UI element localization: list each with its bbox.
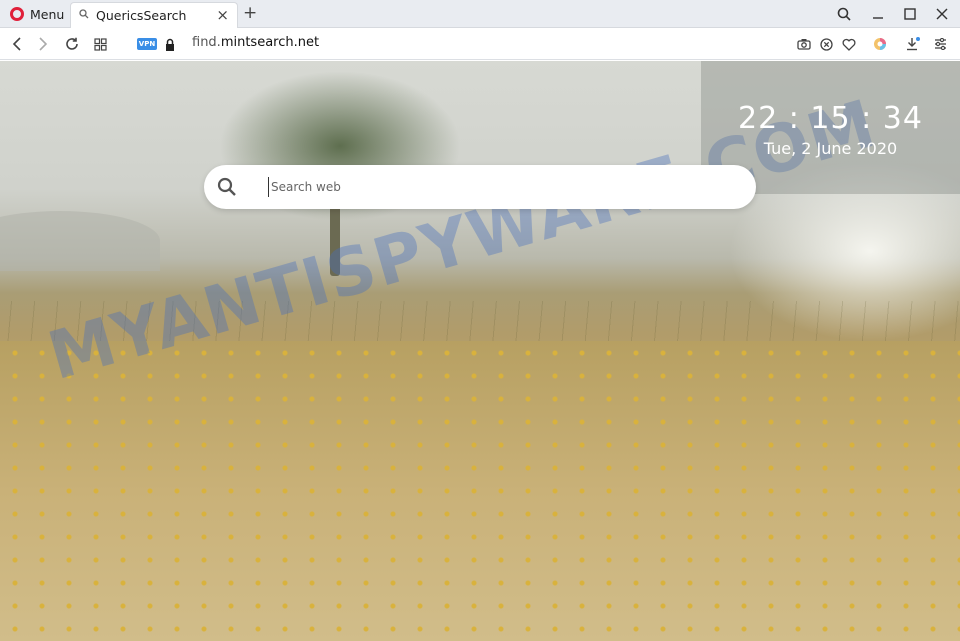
search-box[interactable] (204, 165, 756, 209)
easy-setup-button[interactable] (930, 34, 950, 54)
forward-button[interactable] (32, 32, 54, 56)
tab-title: QuericsSearch (96, 8, 187, 23)
close-circle-icon (819, 37, 833, 51)
lock-icon[interactable] (165, 37, 175, 51)
snapshot-button[interactable] (794, 34, 814, 54)
settings-icon (934, 38, 946, 50)
back-button[interactable] (6, 32, 28, 56)
reload-icon (66, 37, 78, 50)
minimize-icon (873, 17, 883, 19)
speed-dial-button[interactable] (89, 32, 111, 56)
download-icon (907, 37, 920, 51)
opera-logo-icon (10, 7, 24, 21)
maximize-icon (904, 8, 916, 20)
tab-active[interactable]: QuericsSearch × (70, 2, 238, 28)
background-hill (0, 211, 160, 271)
wallet-icon (874, 38, 886, 50)
grid-icon (93, 37, 107, 51)
downloads-button[interactable] (903, 34, 923, 54)
wallet-button[interactable] (870, 34, 890, 54)
search-icon[interactable] (216, 176, 238, 198)
tab-search-button[interactable] (830, 2, 858, 26)
vpn-badge[interactable]: VPN (137, 38, 157, 50)
url-field[interactable]: find.mintsearch.net (192, 35, 319, 50)
close-icon (936, 8, 948, 20)
tab-bar: Menu QuericsSearch × + (0, 0, 960, 28)
opera-menu-button[interactable]: Menu (4, 3, 70, 25)
search-tab-icon (79, 9, 89, 22)
maximize-button[interactable] (896, 2, 924, 26)
background-flower-field (0, 341, 960, 641)
search-icon (837, 7, 851, 21)
reload-button[interactable] (61, 32, 83, 56)
clock-date: Tue, 2 June 2020 (763, 139, 898, 158)
adblock-button[interactable] (816, 34, 836, 54)
minimize-button[interactable] (864, 2, 892, 26)
close-window-button[interactable] (928, 2, 956, 26)
clock-time: 22 : 15 : 34 (738, 101, 923, 136)
forward-arrow-icon (39, 37, 48, 51)
search-input[interactable] (268, 177, 728, 197)
back-arrow-icon (12, 37, 21, 51)
address-bar: VPN find.mintsearch.net (0, 28, 960, 60)
url-domain: mintsearch.net (220, 35, 320, 50)
tab-close-icon[interactable]: × (216, 8, 229, 23)
menu-label: Menu (30, 6, 65, 22)
heart-icon (842, 38, 856, 51)
bookmark-button[interactable] (839, 34, 859, 54)
camera-icon (797, 39, 811, 50)
page-background: MYANTISPYWARE.COM 22 : 15 : 34 Tue, 2 Ju… (0, 61, 960, 641)
url-prefix: find. (192, 35, 221, 50)
new-tab-button[interactable]: + (243, 3, 257, 23)
